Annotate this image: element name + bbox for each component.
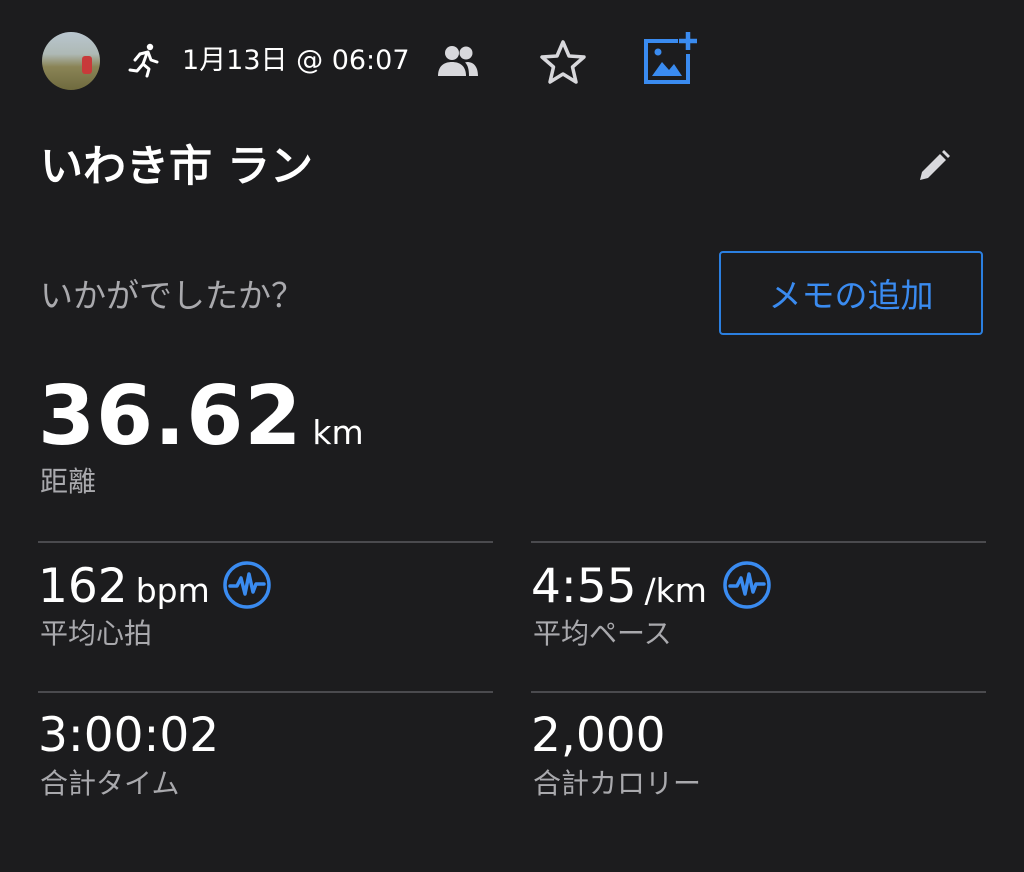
- star-icon[interactable]: [538, 38, 588, 86]
- heart-rate-label: 平均心拍: [40, 617, 153, 650]
- activity-title: いわき市 ラン: [40, 142, 313, 192]
- pace-value: 4:55: [531, 559, 637, 614]
- pace-metric: 4:55/km: [531, 559, 707, 615]
- total-time-metric: 3:00:02: [38, 708, 219, 764]
- how-was-it-prompt: いかがでしたか？: [40, 276, 304, 315]
- heart-rate-value: 162: [38, 559, 128, 614]
- divider: [38, 541, 493, 543]
- calories-value: 2,000: [531, 708, 666, 763]
- distance-value: 36.62: [38, 369, 303, 464]
- add-memo-button[interactable]: メモの追加: [719, 251, 983, 335]
- divider: [531, 541, 986, 543]
- avatar-photo-subject: [82, 56, 92, 74]
- activity-header: 1月13日 @ 06:07: [0, 0, 1024, 120]
- distance-metric: 36.62 km: [38, 372, 364, 462]
- calories-metric: 2,000: [531, 708, 666, 764]
- divider: [38, 691, 493, 693]
- calories-label: 合計カロリー: [533, 767, 702, 800]
- pace-unit: /km: [644, 571, 707, 610]
- heart-rate-unit: bpm: [135, 571, 210, 610]
- heart-rate-zone-icon[interactable]: [222, 560, 272, 610]
- running-icon: [128, 43, 159, 78]
- add-photo-icon[interactable]: [642, 32, 698, 84]
- people-icon[interactable]: [436, 44, 480, 78]
- total-time-value: 3:00:02: [38, 708, 220, 763]
- distance-label: 距離: [40, 465, 97, 498]
- activity-date: 1月13日 @ 06:07: [182, 45, 410, 76]
- heart-rate-metric: 162 bpm: [38, 559, 210, 615]
- total-time-label: 合計タイム: [40, 767, 180, 800]
- pace-label: 平均ペース: [533, 617, 672, 650]
- edit-title-icon[interactable]: [914, 148, 952, 186]
- activity-screen: 1月13日 @ 06:07 いわき市 ラン いかがでしたか？ メモの追加 36.…: [0, 0, 1024, 872]
- distance-unit: km: [312, 413, 364, 452]
- pace-zone-icon[interactable]: [722, 560, 772, 610]
- avatar[interactable]: [42, 32, 100, 90]
- divider: [531, 691, 986, 693]
